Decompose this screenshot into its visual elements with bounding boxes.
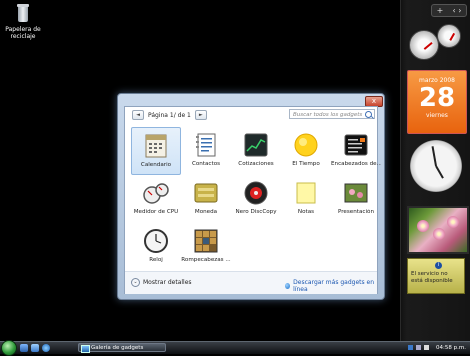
system-tray: 04:58 p.m. [404,343,470,353]
clock-minute-hand [431,146,437,167]
switch-windows-icon[interactable] [31,344,39,352]
clock-icon [143,228,169,254]
search-placeholder: Buscar todos los gadgets [293,112,363,118]
cpu-meter-icon [143,180,169,206]
gadget-tile-currency[interactable]: Moneda [181,175,231,223]
gadget-tile-clock[interactable]: Reloj [131,223,181,271]
gadget-tile-contacts[interactable]: Contactos [181,127,231,175]
taskbar: Galería de gadgets 04:58 p.m. [0,340,470,356]
clock-time[interactable]: 04:58 p.m. [436,343,466,353]
clock-hour-hand [435,165,444,179]
previous-page-button[interactable]: ◄ [132,110,144,120]
flower-image [447,216,459,228]
gadget-tile-disc-copy[interactable]: Nero DiscCopy [231,175,281,223]
search-input[interactable]: Buscar todos los gadgets [289,109,375,119]
clock-gadget[interactable] [410,140,462,192]
chevron-down-icon: ⌄ [131,278,140,287]
cpu-dial [409,30,439,60]
info-icon: i [435,262,442,269]
recycle-bin-label: Papelera de reciclaje [5,26,41,40]
gadget-name: Contactos [191,161,221,167]
add-gadget-button[interactable]: + [437,6,444,15]
show-details-toggle[interactable]: ⌄ Mostrar detalles [131,278,192,287]
puzzle-icon [193,228,219,254]
gadget-tile-headlines[interactable]: Encabezados de... [331,127,381,175]
gadget-name: Notas [297,209,315,215]
calendar-weekday: viernes [426,112,448,119]
gadget-tile-slideshow[interactable]: Presentación [331,175,381,223]
weather-icon [293,132,319,158]
show-desktop-icon[interactable] [20,344,28,352]
next-page-button[interactable]: ► [194,110,207,120]
gadget-name: Presentación [337,209,374,215]
notes-icon [293,180,319,206]
windows-sidebar: + ‹ › marzo 2008 28 viernes i El servici… [400,0,470,341]
gadget-tile-stocks[interactable]: Cotizaciones [231,127,281,175]
sidebar-nav-button[interactable]: ‹ › [452,6,461,15]
calendar-icon [143,133,169,159]
currency-icon [193,180,219,206]
flower-image [433,228,445,240]
get-more-gadgets-label: Descargar más gadgets en línea [293,279,375,293]
slideshow-icon [343,180,369,206]
weather-gadget[interactable]: i El servicio no está disponible [407,258,465,294]
slideshow-gadget[interactable] [407,206,469,254]
search-icon[interactable] [365,111,372,118]
gadget-tile-notes[interactable]: Notas [281,175,331,223]
recycle-bin-icon [15,4,31,24]
gadget-name: Nero DiscCopy [235,209,277,215]
flower-image [417,220,429,232]
disc-icon [243,180,269,206]
gadget-name: Moneda [194,209,218,215]
gadget-gallery-window: x ◄ Página 1/ de 1 ► Buscar todos los ga… [117,93,385,300]
headlines-icon [343,132,369,158]
start-button[interactable] [1,340,17,356]
gadget-name: Cotizaciones [238,161,274,167]
gadget-name: Reloj [149,257,163,263]
gadget-name: El Tiempo [292,161,320,167]
gallery-content: ◄ Página 1/ de 1 ► Buscar todos los gadg… [124,106,381,294]
gadget-name: Rompecabezas ... [181,257,231,263]
gadget-name: Medidor de CPU [133,209,179,215]
gadget-tile-calendar[interactable]: Calendario [131,127,181,175]
pager: ◄ Página 1/ de 1 ► [132,110,207,120]
weather-error-message: El servicio no está disponible [411,271,453,284]
page-label: Página 1/ de 1 [148,111,191,119]
gadget-tile-cpu-meter[interactable]: Medidor de CPU [131,175,181,223]
show-details-label: Mostrar detalles [143,279,192,286]
sidebar-controls: + ‹ › [431,4,467,17]
gadget-name: Encabezados de... [331,161,381,167]
volume-icon[interactable] [424,345,429,350]
memory-dial [437,24,461,48]
language-icon[interactable] [408,345,413,350]
gadget-tile-puzzle[interactable]: Rompecabezas ... [181,223,231,271]
get-more-gadgets-link[interactable]: Descargar más gadgets en línea [285,279,377,293]
gadget-name: Calendario [140,162,172,168]
gadget-gallery-icon [81,345,90,353]
recycle-bin-shortcut[interactable]: Papelera de reciclaje [4,4,42,40]
contacts-icon [193,132,219,158]
globe-icon [285,283,291,289]
network-icon[interactable] [416,345,421,350]
gadget-tile-weather[interactable]: El Tiempo [281,127,331,175]
calendar-gadget[interactable]: marzo 2008 28 viernes [407,70,467,134]
stocks-icon [243,132,269,158]
calendar-day: 28 [418,83,456,113]
taskbar-button-label: Galería de gadgets [91,345,144,351]
gallery-footer: ⌄ Mostrar detalles Descargar más gadgets… [125,271,377,294]
internet-explorer-icon[interactable] [42,344,50,352]
taskbar-gadget-gallery-button[interactable]: Galería de gadgets [78,343,166,353]
cpu-meter-gadget[interactable] [407,22,465,62]
